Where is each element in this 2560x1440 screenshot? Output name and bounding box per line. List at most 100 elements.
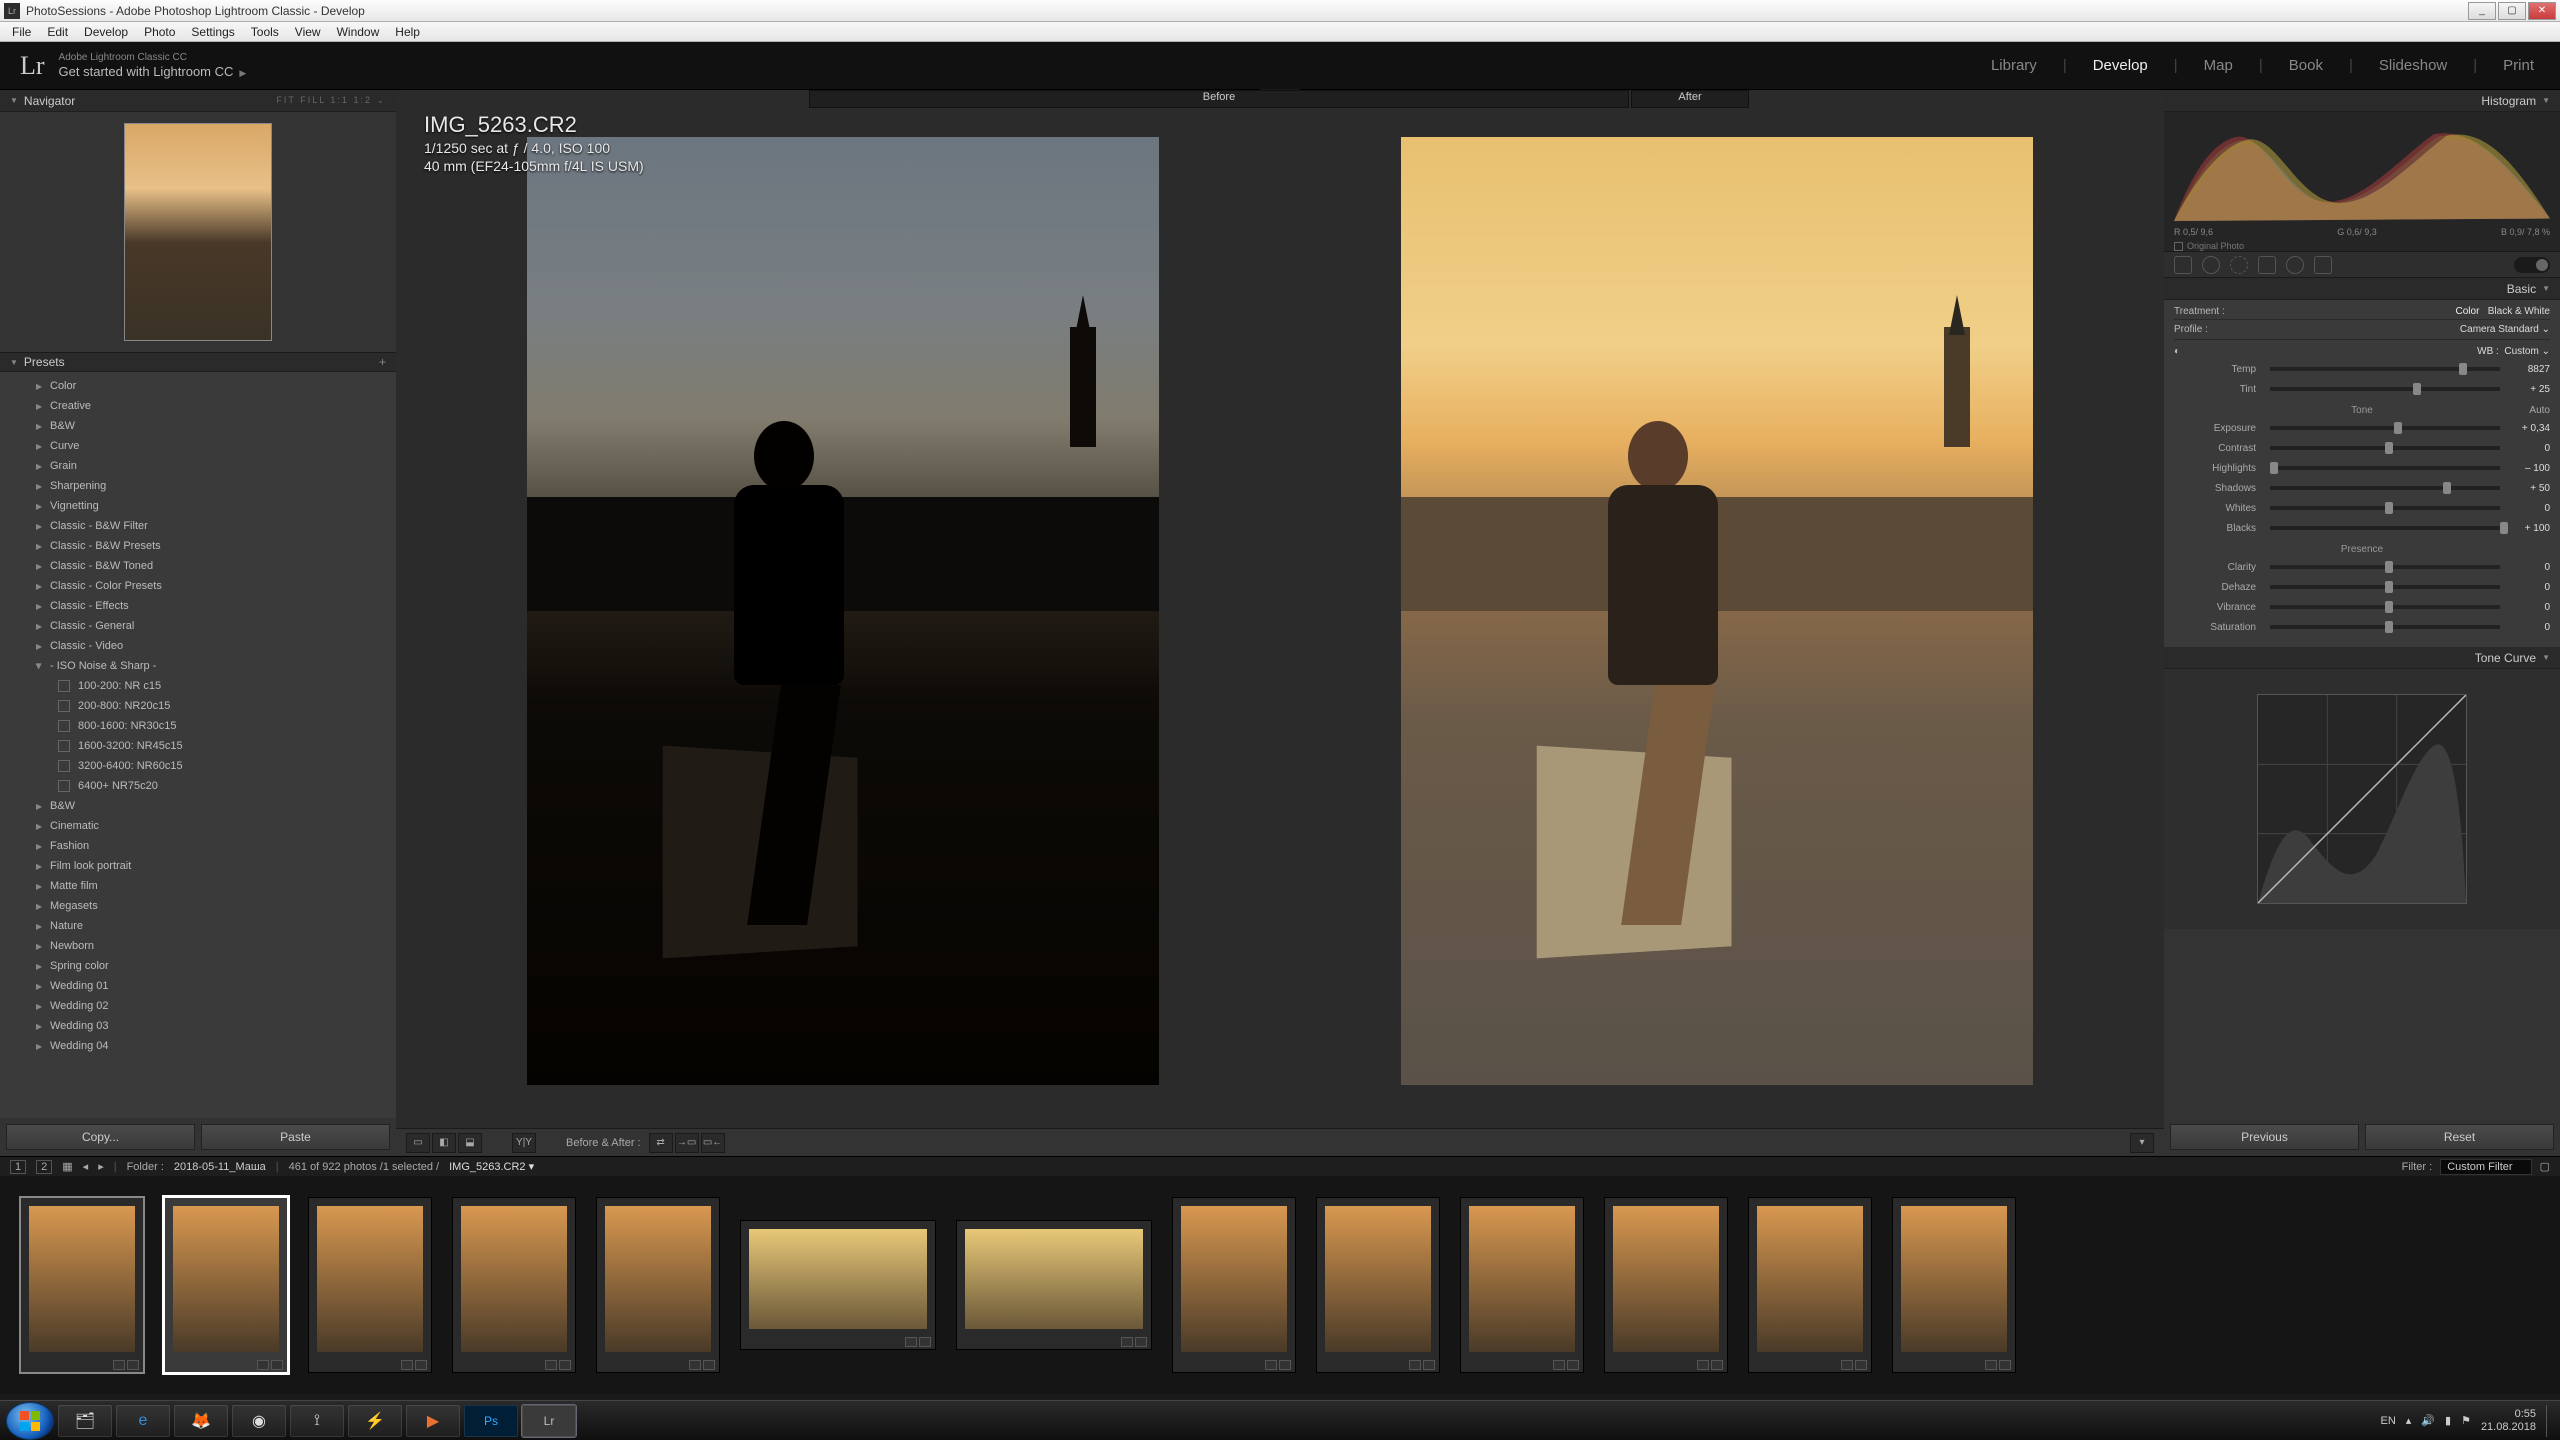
filmstrip-thumb[interactable] [956,1220,1152,1350]
menu-settings[interactable]: Settings [183,25,242,39]
preset-group[interactable]: ▶Matte film [0,876,396,896]
module-map[interactable]: Map [2198,57,2239,74]
menu-photo[interactable]: Photo [136,25,183,39]
show-desktop-button[interactable] [2546,1405,2554,1437]
folder-name[interactable]: 2018-05-11_Маша [174,1161,266,1173]
treatment-color[interactable]: Color [2456,306,2480,317]
preset-group[interactable]: ▶Film look portrait [0,856,396,876]
preset-group[interactable]: ▶Curve [0,436,396,456]
slider-value[interactable]: + 100 [2506,523,2550,534]
minimize-button[interactable]: _ [2468,2,2496,20]
treatment-bw[interactable]: Black & White [2488,306,2550,317]
preset-group[interactable]: ▶Newborn [0,936,396,956]
slider-track[interactable] [2270,446,2500,450]
preset-item[interactable]: 200-800: NR20c15 [0,696,396,716]
preset-group[interactable]: ▶Creative [0,396,396,416]
navigator-header[interactable]: ▼ Navigator FIT FILL 1:1 1:2 ⌄ [0,90,396,112]
filmstrip-thumb[interactable] [1748,1197,1872,1373]
menu-view[interactable]: View [287,25,329,39]
before-after-tb-button[interactable]: ⬓ [458,1133,482,1153]
module-library[interactable]: Library [1985,57,2043,74]
filmstrip-thumb[interactable] [1604,1197,1728,1373]
preset-group[interactable]: ▶Nature [0,916,396,936]
taskbar-app2[interactable]: ⚡ [348,1405,402,1437]
slider-track[interactable] [2270,486,2500,490]
preset-group[interactable]: ▶Classic - General [0,616,396,636]
ba-layout-1[interactable]: Y|Y [512,1133,536,1153]
slider-value[interactable]: + 25 [2506,384,2550,395]
ba-swap-button[interactable]: ⇄ [649,1133,673,1153]
slider-value[interactable]: – 100 [2506,463,2550,474]
filter-lock-icon[interactable]: ▢ [2540,1160,2550,1173]
copy-button[interactable]: Copy... [6,1124,195,1150]
tray-up-icon[interactable]: ▴ [2406,1414,2412,1427]
spot-tool[interactable] [2202,256,2220,274]
menu-develop[interactable]: Develop [76,25,136,39]
menu-help[interactable]: Help [387,25,428,39]
slider-knob[interactable] [2500,522,2508,534]
navigator-preview[interactable] [0,112,396,352]
soft-proof-toggle[interactable]: ▾ [2130,1133,2154,1153]
tonecurve-panel[interactable] [2164,669,2560,929]
slider-track[interactable] [2270,526,2500,530]
auto-tone-button[interactable]: Auto [2529,405,2550,416]
filmstrip-thumb[interactable] [452,1197,576,1373]
identity-menu-icon[interactable]: ▶ [239,68,246,78]
preset-group[interactable]: ▶Wedding 01 [0,976,396,996]
loupe-view-button[interactable]: ▭ [406,1133,430,1153]
preset-group[interactable]: ▶Vignetting [0,496,396,516]
slider-knob[interactable] [2385,581,2393,593]
preset-group[interactable]: ▶Classic - B&W Toned [0,556,396,576]
profile-dropdown[interactable]: Camera Standard ⌄ [2460,324,2550,335]
slider-knob[interactable] [2270,462,2278,474]
slider-value[interactable]: + 50 [2506,483,2550,494]
slider-track[interactable] [2270,466,2500,470]
navigator-zoom-options[interactable]: FIT FILL 1:1 1:2 ⌄ [276,95,386,106]
slider-knob[interactable] [2394,422,2402,434]
original-photo-checkbox[interactable] [2174,242,2183,251]
grid-view-icon[interactable]: ▦ [62,1160,72,1173]
slider-knob[interactable] [2385,601,2393,613]
redeye-tool[interactable] [2230,256,2248,274]
filter-dropdown[interactable]: Custom Filter [2440,1159,2531,1175]
tonecurve-header[interactable]: Tone Curve ▼ [2164,647,2560,669]
tonecurve-grid[interactable] [2257,694,2467,904]
histogram-header[interactable]: Histogram ▼ [2164,90,2560,112]
taskbar-media[interactable]: ▶ [406,1405,460,1437]
filmstrip-thumb[interactable] [1172,1197,1296,1373]
slider-track[interactable] [2270,605,2500,609]
filmstrip[interactable] [0,1176,2560,1394]
filmstrip-thumb[interactable] [596,1197,720,1373]
preset-group[interactable]: ▶Classic - B&W Filter [0,516,396,536]
slider-knob[interactable] [2385,621,2393,633]
paste-button[interactable]: Paste [201,1124,390,1150]
second-window-button[interactable]: 1 [10,1160,26,1174]
nav-fwd-icon[interactable]: ▸ [98,1160,104,1173]
grad-filter-tool[interactable] [2258,256,2276,274]
before-after-lr-button[interactable]: ◧ [432,1133,456,1153]
preset-group[interactable]: ▶Color [0,376,396,396]
slider-knob[interactable] [2459,363,2467,375]
previous-button[interactable]: Previous [2170,1124,2359,1150]
slider-track[interactable] [2270,625,2500,629]
presets-list[interactable]: ▶Color▶Creative▶B&W▶Curve▶Grain▶Sharpeni… [0,372,396,1118]
taskbar-explorer[interactable]: 🗂 [58,1405,112,1437]
module-develop[interactable]: Develop [2087,57,2154,74]
slider-track[interactable] [2270,387,2500,391]
wb-dropdown[interactable]: Custom ⌄ [2504,346,2550,357]
preset-item[interactable]: 800-1600: NR30c15 [0,716,396,736]
add-preset-button[interactable]: + [379,355,386,369]
reset-button[interactable]: Reset [2365,1124,2554,1150]
preset-group[interactable]: ▶Spring color [0,956,396,976]
filmstrip-thumb[interactable] [308,1197,432,1373]
preset-item[interactable]: 100-200: NR c15 [0,676,396,696]
slider-knob[interactable] [2385,561,2393,573]
filmstrip-thumb[interactable] [1316,1197,1440,1373]
module-book[interactable]: Book [2283,57,2329,74]
slider-value[interactable]: 0 [2506,602,2550,613]
slider-value[interactable]: 8827 [2506,364,2550,375]
preset-group[interactable]: ▶Sharpening [0,476,396,496]
filmstrip-thumb[interactable] [164,1197,288,1373]
slider-value[interactable]: 0 [2506,562,2550,573]
slider-track[interactable] [2270,585,2500,589]
